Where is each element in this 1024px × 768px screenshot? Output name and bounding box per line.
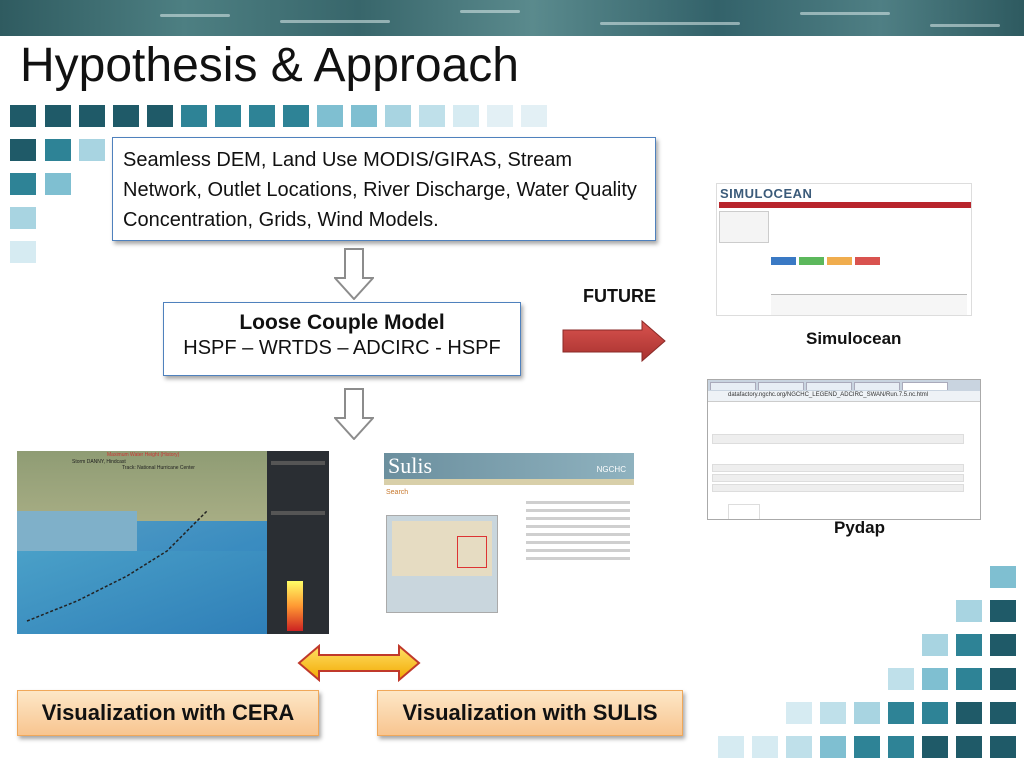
simulocean-logo: SIMULOCEAN	[720, 186, 813, 201]
pydap-screenshot: datafactory.ngchc.org/NGCHC_LEGEND_ADCIR…	[707, 379, 981, 520]
data-sources-text: Seamless DEM, Land Use MODIS/GIRAS, Stre…	[123, 149, 637, 231]
sulis-org: NGCHC	[596, 465, 626, 474]
right-arrow-icon	[562, 320, 666, 362]
browser-tabs	[708, 380, 980, 391]
simulocean-table	[771, 294, 967, 315]
loose-couple-model-box: Loose Couple Model HSPF – WRTDS – ADCIRC…	[163, 302, 521, 376]
cera-side-panel	[267, 451, 329, 634]
model-chain: HSPF – WRTDS – ADCIRC - HSPF	[183, 337, 501, 359]
slide-title: Hypothesis & Approach	[20, 39, 519, 92]
double-arrow-icon	[297, 644, 421, 682]
sulis-logo: Sulis	[388, 453, 433, 478]
sulis-bbox	[457, 536, 487, 568]
down-arrow-icon	[334, 388, 374, 440]
model-title: Loose Couple Model	[239, 311, 445, 334]
pydap-url: datafactory.ngchc.org/NGCHC_LEGEND_ADCIR…	[728, 392, 929, 398]
pydap-caption: Pydap	[834, 518, 886, 537]
pydap-tab-row	[712, 434, 964, 444]
simulocean-screenshot: SIMULOCEAN	[716, 183, 972, 316]
visualization-cera-button[interactable]: Visualization with CERA	[17, 690, 319, 736]
pydap-row	[712, 484, 964, 492]
cera-track: Track: National Hurricane Center	[122, 465, 195, 471]
simulocean-buttons	[771, 252, 891, 265]
top-banner	[0, 0, 1024, 36]
storm-track	[26, 510, 208, 622]
pydap-row	[712, 474, 964, 482]
cera-map-screenshot: Maximum Water Height (History) Storm DAN…	[17, 451, 329, 634]
simulocean-sidebar	[719, 211, 769, 243]
sulis-search-label: Search	[386, 489, 409, 496]
pydap-field	[728, 504, 760, 519]
visualization-sulis-button[interactable]: Visualization with SULIS	[377, 690, 683, 736]
simulocean-caption: Simulocean	[806, 329, 902, 348]
future-label: FUTURE	[583, 286, 656, 306]
cera-storm: Storm DANNY, Hindcast	[72, 459, 126, 465]
cera-title: Maximum Water Height (History)	[107, 452, 180, 458]
data-sources-box: Seamless DEM, Land Use MODIS/GIRAS, Stre…	[112, 137, 656, 241]
sulis-nav	[384, 479, 634, 485]
down-arrow-icon	[334, 248, 374, 300]
sulis-screenshot: Sulis NGCHC Search	[384, 453, 634, 635]
pydap-row	[712, 464, 964, 472]
sulis-map	[386, 515, 498, 613]
sulis-results	[526, 501, 630, 581]
simulocean-nav	[719, 202, 971, 208]
